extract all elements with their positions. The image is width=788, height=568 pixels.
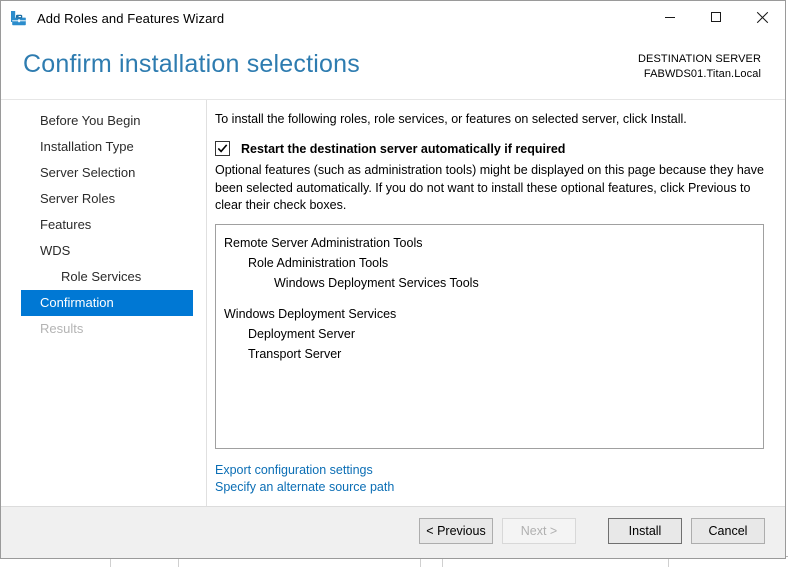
- link-export-configuration-settings[interactable]: Export configuration settings: [215, 462, 394, 479]
- wizard-links: Export configuration settings Specify an …: [215, 462, 394, 496]
- list-item: Deployment Server: [248, 327, 355, 341]
- sidebar-item-results: Results: [40, 321, 84, 336]
- add-roles-and-features-wizard-window: Add Roles and Features Wizard Confirm in…: [0, 0, 786, 559]
- optional-features-note: Optional features (such as administratio…: [215, 163, 764, 212]
- install-intro-text: To install the following roles, role ser…: [215, 112, 687, 126]
- list-item: Remote Server Administration Tools: [224, 236, 423, 250]
- close-icon: [756, 11, 768, 23]
- list-item: Transport Server: [248, 347, 342, 361]
- link-specify-an-alternate-source-path[interactable]: Specify an alternate source path: [215, 479, 394, 496]
- sidebar-item-installation-type[interactable]: Installation Type: [21, 134, 193, 160]
- wizard-body: Before You Begin Installation Type Server …: [1, 100, 785, 506]
- sidebar-item-role-services[interactable]: Role Services: [21, 264, 193, 290]
- wizard-navigation: Before You Begin Installation Type Server …: [1, 100, 207, 506]
- cancel-button[interactable]: Cancel: [691, 518, 765, 544]
- page-title: Confirm installation selections: [23, 50, 360, 78]
- previous-button[interactable]: < Previous: [419, 518, 493, 544]
- list-item: Role Administration Tools: [248, 256, 389, 270]
- list-item: Windows Deployment Services: [224, 307, 397, 321]
- destination-server-label: DESTINATION SERVER: [637, 53, 761, 65]
- wizard-toolbox-icon: [11, 10, 26, 25]
- destination-server-value: FABWDS01.Titan.Local: [643, 68, 761, 80]
- destination-server-block: DESTINATION SERVER FABWDS01.Titan.Local: [638, 52, 761, 82]
- installation-selections-listbox[interactable]: Remote Server Administration Tools Role A…: [215, 224, 764, 449]
- minimize-icon: [665, 17, 675, 18]
- wizard-main-panel: To install the following roles, role ser…: [207, 100, 785, 506]
- maximize-icon: [711, 12, 721, 22]
- maximize-button[interactable]: [693, 1, 739, 33]
- sidebar-item-wds[interactable]: WDS: [21, 238, 193, 264]
- window-title: Add Roles and Features Wizard: [37, 11, 225, 26]
- sidebar-item-server-roles[interactable]: Server Roles: [21, 186, 193, 212]
- checkmark-icon: [217, 144, 228, 153]
- window-controls: [647, 1, 785, 33]
- restart-checkbox-row[interactable]: Restart the destination server automatic…: [215, 141, 565, 156]
- wizard-header: Confirm installation selections DESTINAT…: [1, 36, 785, 100]
- restart-checkbox-label: Restart the destination server automatic…: [241, 141, 566, 156]
- wizard-footer: < Previous Next > Install Cancel: [1, 506, 785, 558]
- install-button[interactable]: Install: [608, 518, 682, 544]
- minimize-button[interactable]: [647, 1, 693, 33]
- sidebar-item-confirmation[interactable]: Confirmation: [21, 290, 193, 316]
- close-button[interactable]: [739, 1, 785, 33]
- next-button: Next >: [502, 518, 576, 544]
- restart-checkbox[interactable]: [215, 141, 230, 156]
- sidebar-item-before-you-begin[interactable]: Before You Begin: [21, 108, 193, 134]
- sidebar-item-server-selection[interactable]: Server Selection: [21, 160, 193, 186]
- list-item: Windows Deployment Services Tools: [274, 276, 479, 290]
- sidebar-item-features[interactable]: Features: [21, 212, 193, 238]
- title-bar[interactable]: Add Roles and Features Wizard: [1, 1, 785, 36]
